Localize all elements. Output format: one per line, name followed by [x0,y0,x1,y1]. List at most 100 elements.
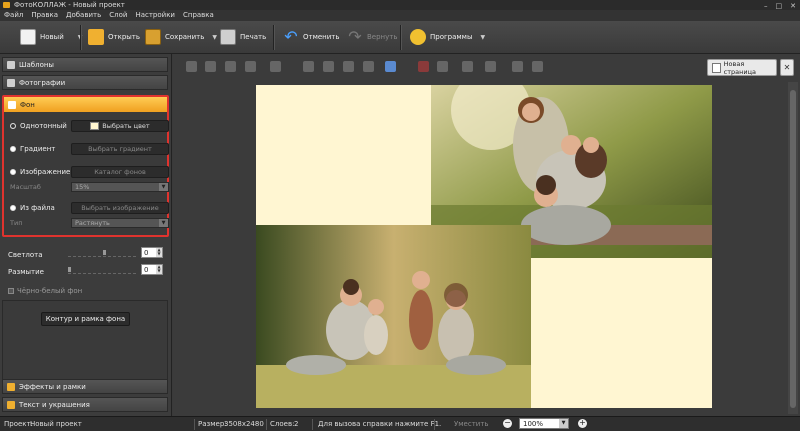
text-t-icon [7,400,15,409]
scrollbar-thumb[interactable] [790,90,796,408]
file-radio[interactable] [10,205,16,211]
window-title: ФотоКОЛЛАЖ - Новый проект [14,1,125,9]
print-button[interactable]: Печать [220,26,266,48]
print-label: Печать [240,33,267,41]
flip-vertical-icon[interactable] [323,61,334,72]
gradient-option[interactable]: Градиент [10,145,55,153]
choose-color-label: Выбрать цвет [102,122,150,130]
fit-icon[interactable] [385,61,396,72]
effects-section[interactable]: Эффекты и рамки [2,379,168,394]
scale-select[interactable]: 15% ▼ [71,182,169,192]
layer-forward-icon[interactable] [225,61,236,72]
choose-color-button[interactable]: Выбрать цвет [71,120,169,132]
new-page-button[interactable]: Новая страница [707,59,777,76]
spin-arrows-icon[interactable]: ▲ ▼ [156,265,162,274]
zoom-out-icon[interactable]: − [503,419,512,428]
zoom-value: 100% [523,420,544,428]
save-label: Сохранить [165,33,205,41]
solid-option[interactable]: Однотонный [10,122,67,130]
choose-gradient-button[interactable]: Выбрать градиент [71,143,169,155]
brightness-slider-knob[interactable] [103,250,106,255]
chevron-down-icon[interactable]: ▼ [481,34,486,41]
solid-radio[interactable] [10,123,16,129]
spin-arrows-icon[interactable]: ▲ ▼ [156,248,162,257]
chevron-down-icon: ▼ [159,219,168,227]
mirror-icon[interactable] [343,61,354,72]
undo-button[interactable]: ↶ Отменить [283,26,339,48]
new-button[interactable]: Новый ▼ [20,26,82,48]
new-page-icon [712,62,721,73]
zoom-in-icon[interactable]: + [578,419,587,428]
templates-section[interactable]: Шаблоны [2,57,168,72]
image-radio[interactable] [10,169,16,175]
text-section[interactable]: Текст и украшения [2,397,168,412]
save-button[interactable]: Сохранить ▼ [145,26,217,48]
delete-icon[interactable] [418,61,429,72]
zoom-select[interactable]: 100% ▼ [519,418,569,429]
type-label: Тип [10,219,23,227]
programs-label: Программы [430,33,473,41]
layers-label: Слоев: [270,420,295,428]
type-select[interactable]: Растянуть ▼ [71,218,169,228]
star-icon [7,382,15,391]
crop-icon[interactable] [437,61,448,72]
menu-edit[interactable]: Правка [31,10,58,21]
open-button[interactable]: Открыть [88,26,140,48]
blur-slider[interactable] [68,273,136,274]
close-icon: ✕ [783,63,791,72]
image-option[interactable]: Изображение [10,168,70,176]
catalog-label: Каталог фонов [94,168,146,176]
redo-button[interactable]: ↷ Вернуть [347,26,397,48]
menu-help[interactable]: Справка [183,10,214,21]
size-label: Размер: [198,420,227,428]
align-icon[interactable] [270,61,281,72]
catalog-button[interactable]: Каталог фонов [71,166,169,178]
bw-checkbox-row[interactable]: Чёрно-белый фон [8,287,82,295]
menu-layer[interactable]: Слой [109,10,127,21]
photos-label: Фотографии [19,78,66,87]
folder-icon [88,29,104,45]
color-swatch [90,122,100,130]
layer-backward-icon[interactable] [205,61,216,72]
choose-image-button[interactable]: Выбрать изображение [71,202,169,214]
text-label: Текст и украшения [19,400,90,409]
menu-settings[interactable]: Настройки [135,10,175,21]
blur-input[interactable]: 0 ▲ ▼ [141,264,163,275]
menu-file[interactable]: Файл [4,10,23,21]
blur-slider-knob[interactable] [68,267,71,272]
chevron-down-icon[interactable]: ▼ [212,34,217,41]
layer-back-icon[interactable] [186,61,197,72]
frame-button[interactable]: Контур и рамка фона [41,312,130,326]
file-option[interactable]: Из файла [10,204,55,212]
star-icon [7,60,15,69]
new-page-label: Новая страница [723,59,757,76]
main-toolbar: Новый ▼ Открыть Сохранить ▼ Печать ↶ Отм… [0,21,800,54]
properties-icon[interactable] [485,61,496,72]
status-bar: Проект: Новый проект Размер: 3508x2480 С… [0,416,800,431]
layer-front-icon[interactable] [245,61,256,72]
menu-bar: Файл Правка Добавить Слой Настройки Спра… [0,10,800,21]
brightness-input[interactable]: 0 ▲ ▼ [141,247,163,258]
image-label: Изображение [20,168,71,176]
flip-icon[interactable] [303,61,314,72]
open-label: Открыть [108,33,140,41]
project-name: Новый проект [30,420,82,428]
brightness-label: Светлота [8,251,43,259]
photos-section[interactable]: Фотографии [2,75,168,90]
rotate-icon[interactable] [363,61,374,72]
menu-add[interactable]: Добавить [66,10,101,21]
lock-icon[interactable] [532,61,543,72]
vertical-scrollbar[interactable] [788,82,798,414]
collage-page[interactable] [256,85,712,408]
choose-image-label: Выбрать изображение [81,204,159,212]
programs-button[interactable]: Программы ▼ [410,26,485,48]
blur-value: 0 [144,266,149,274]
photo-family-bottom[interactable] [256,225,531,408]
background-section-header[interactable]: Фон [4,97,167,112]
gradient-radio[interactable] [10,146,16,152]
brightness-slider[interactable] [68,256,136,257]
gear-icon[interactable] [512,61,523,72]
delete-page-button[interactable]: ✕ [780,59,794,76]
magic-icon[interactable] [462,61,473,72]
bw-checkbox[interactable] [8,288,14,294]
